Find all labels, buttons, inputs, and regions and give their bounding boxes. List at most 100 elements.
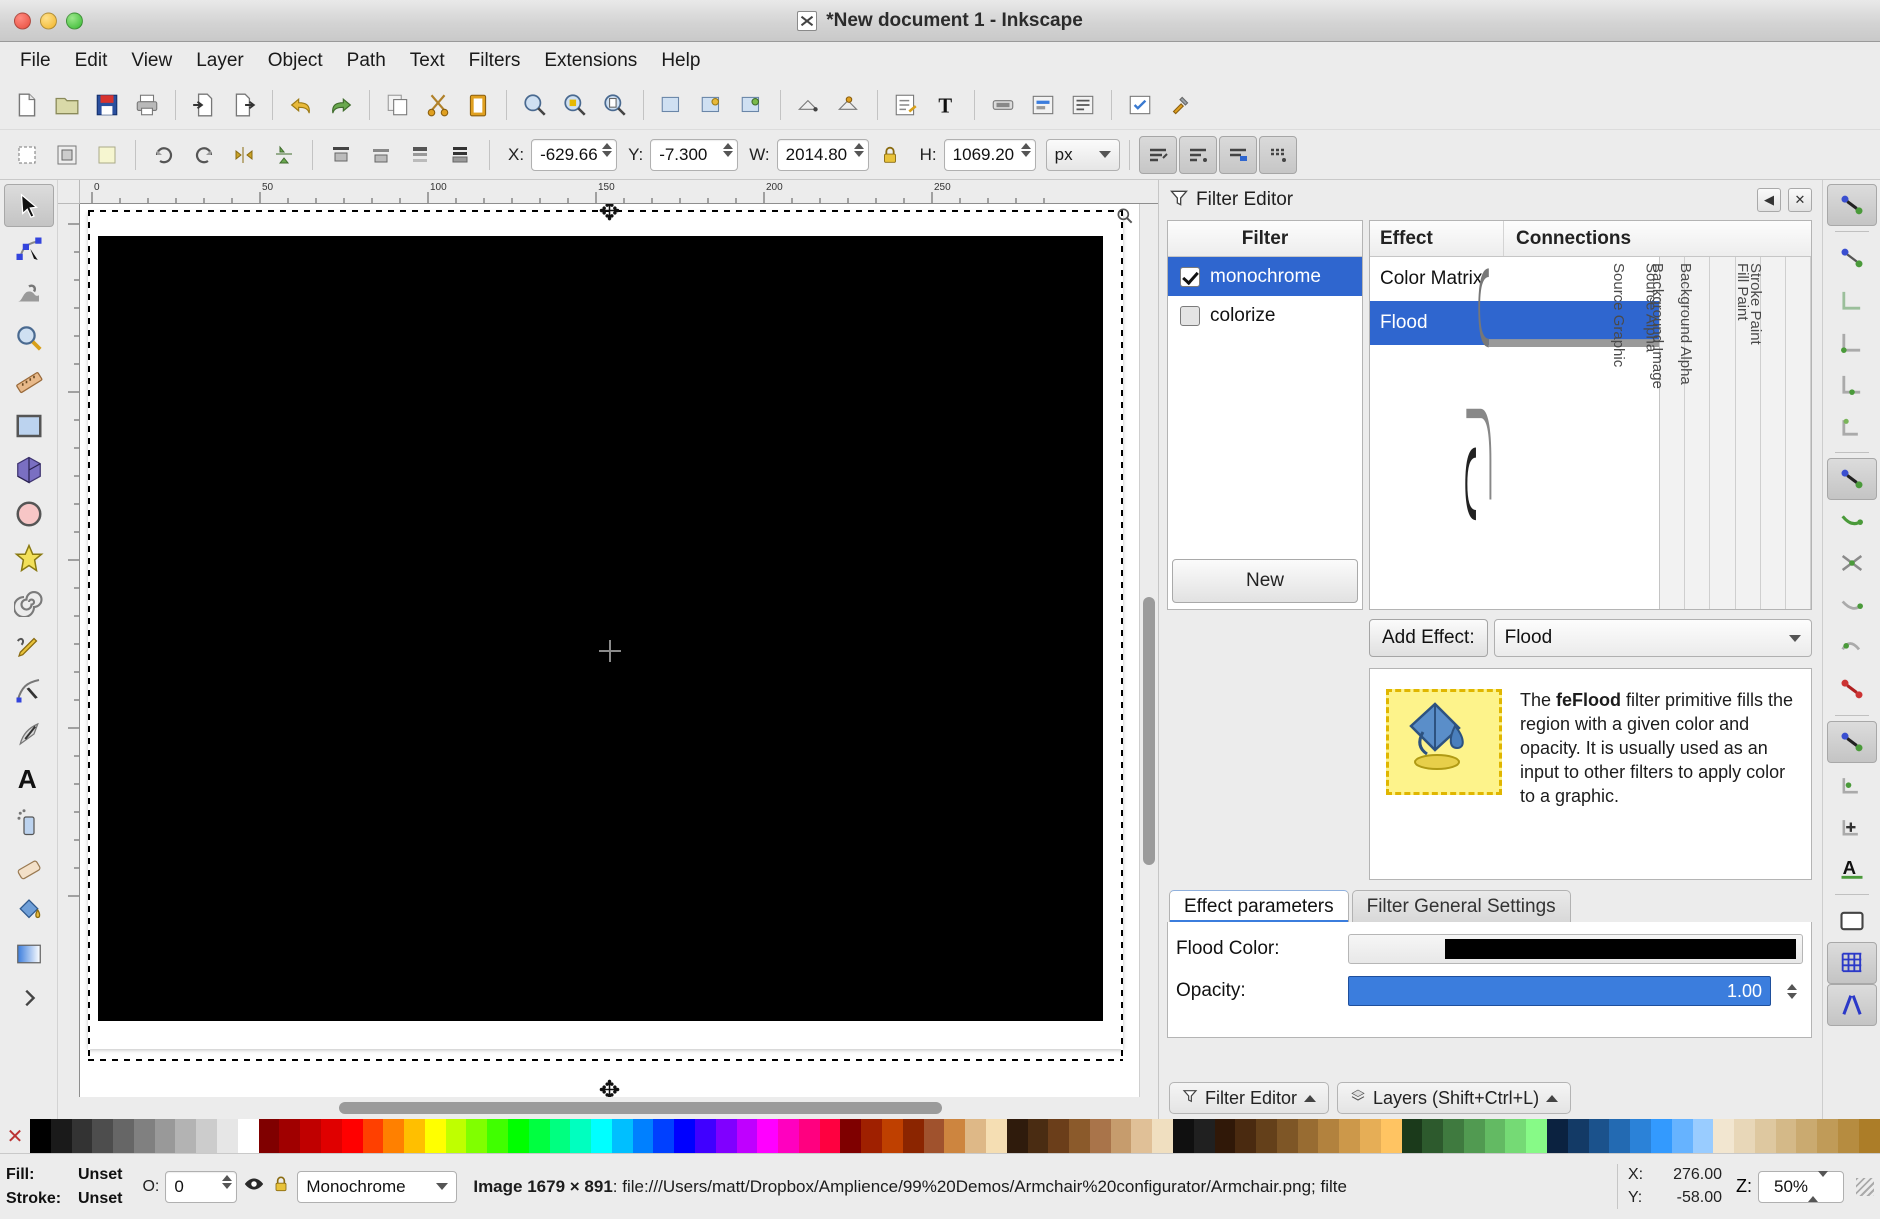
raise-to-top-icon[interactable]: [322, 136, 360, 174]
selection-handle-bottom[interactable]: ✥: [599, 1077, 621, 1097]
opacity-slider[interactable]: 1.00: [1348, 976, 1771, 1006]
palette-swatch[interactable]: [861, 1119, 883, 1153]
palette-swatch[interactable]: [1110, 1119, 1132, 1153]
palette-swatch[interactable]: [715, 1119, 737, 1153]
palette-swatch[interactable]: [300, 1119, 321, 1153]
menu-view[interactable]: View: [119, 46, 184, 76]
palette-swatch[interactable]: [695, 1119, 716, 1153]
palette-swatch[interactable]: [1692, 1119, 1714, 1153]
palette-swatch[interactable]: [549, 1119, 571, 1153]
palette-swatch[interactable]: [1089, 1119, 1111, 1153]
zoom-selection-icon[interactable]: [516, 86, 554, 124]
clone-icon[interactable]: [693, 86, 731, 124]
eye-icon[interactable]: [243, 1173, 265, 1200]
palette-swatch[interactable]: [445, 1119, 467, 1153]
opacity-input[interactable]: 0: [165, 1170, 238, 1203]
palette-swatch[interactable]: [965, 1119, 986, 1153]
palette-swatches[interactable]: [30, 1119, 1880, 1153]
connection-column-background-image[interactable]: Background Image: [1649, 257, 1736, 609]
calligraphy-tool[interactable]: [4, 712, 54, 755]
zoom-stepper[interactable]: [1808, 1170, 1829, 1202]
zoom-drawing-icon[interactable]: [556, 86, 594, 124]
palette-swatch[interactable]: [1858, 1119, 1880, 1153]
palette-swatch[interactable]: [1796, 1119, 1818, 1153]
snap-grid-icon[interactable]: [1826, 942, 1877, 984]
snap-others-icon[interactable]: [1826, 721, 1877, 763]
palette-swatch[interactable]: [383, 1119, 405, 1153]
palette-swatch[interactable]: [1547, 1119, 1568, 1153]
palette-swatch[interactable]: [1630, 1119, 1651, 1153]
palette-swatch[interactable]: [1339, 1119, 1360, 1153]
spray-can-icon[interactable]: [4, 800, 54, 843]
box3d-tool[interactable]: [4, 448, 54, 491]
text-tool-icon[interactable]: T: [927, 86, 965, 124]
snap-bbox-midpoint-icon[interactable]: [1827, 363, 1877, 405]
palette-swatch[interactable]: [175, 1119, 197, 1153]
preferences-icon[interactable]: [1121, 86, 1159, 124]
objects-icon[interactable]: [1064, 86, 1102, 124]
palette-swatch[interactable]: [1837, 1119, 1859, 1153]
palette-swatch[interactable]: [279, 1119, 301, 1153]
opacity-stepper[interactable]: [222, 1174, 233, 1189]
snap-bbox-icon[interactable]: [1827, 237, 1877, 279]
minimize-icon[interactable]: ◀: [1757, 188, 1781, 212]
palette-swatch[interactable]: [1775, 1119, 1797, 1153]
menu-edit[interactable]: Edit: [63, 46, 120, 76]
footer-layers-button[interactable]: Layers (Shift+Ctrl+L): [1337, 1082, 1572, 1114]
palette-swatch[interactable]: [1484, 1119, 1506, 1153]
close-window-button[interactable]: [14, 12, 31, 29]
selector-tool[interactable]: [3, 184, 54, 227]
canvas-zoom-icon[interactable]: [1115, 206, 1135, 231]
palette-swatch[interactable]: [944, 1119, 966, 1153]
connection-column-stroke-paint[interactable]: Stroke Paint: [1747, 257, 1812, 609]
palette-swatch[interactable]: [113, 1119, 134, 1153]
palette-swatch[interactable]: [30, 1119, 51, 1153]
palette-swatch[interactable]: [1131, 1119, 1153, 1153]
menu-file[interactable]: File: [8, 46, 63, 76]
palette-swatch[interactable]: [217, 1119, 238, 1153]
snap-text-baseline-icon[interactable]: A: [1827, 847, 1877, 889]
xml-editor-icon[interactable]: [887, 86, 925, 124]
vertical-scrollbar[interactable]: [1140, 204, 1158, 1097]
rectangle-tool[interactable]: [4, 404, 54, 447]
palette-swatch[interactable]: [154, 1119, 176, 1153]
measure-tool[interactable]: [4, 360, 54, 403]
palette-swatch[interactable]: [320, 1119, 342, 1153]
palette-swatch[interactable]: [1754, 1119, 1776, 1153]
lock-ratio-icon[interactable]: [871, 136, 909, 174]
palette-swatch[interactable]: [1567, 1119, 1589, 1153]
ellipse-tool[interactable]: [4, 492, 54, 535]
palette-swatch[interactable]: [819, 1119, 841, 1153]
snap-object-center-icon[interactable]: [1827, 763, 1877, 805]
palette-swatch[interactable]: [1609, 1119, 1631, 1153]
palette-swatch[interactable]: [653, 1119, 675, 1153]
rotate-ccw-icon[interactable]: [145, 136, 183, 174]
palette-swatch[interactable]: [1526, 1119, 1548, 1153]
palette-swatch[interactable]: [92, 1119, 114, 1153]
palette-swatch[interactable]: [196, 1119, 218, 1153]
palette-swatch[interactable]: [258, 1119, 280, 1153]
palette-swatch[interactable]: [341, 1119, 363, 1153]
palette-swatch[interactable]: [570, 1119, 592, 1153]
palette-swatch[interactable]: [424, 1119, 446, 1153]
palette-swatch[interactable]: [1650, 1119, 1672, 1153]
palette-swatch[interactable]: [1817, 1119, 1838, 1153]
layer-select[interactable]: Monochrome: [297, 1170, 458, 1203]
menu-filters[interactable]: Filters: [457, 46, 533, 76]
palette-swatch[interactable]: [1588, 1119, 1610, 1153]
lower-to-bottom-icon[interactable]: [442, 136, 480, 174]
palette-swatch[interactable]: [1671, 1119, 1693, 1153]
palette-swatch[interactable]: [1235, 1119, 1257, 1153]
palette-swatch[interactable]: [1297, 1119, 1319, 1153]
flip-vertical-icon[interactable]: [265, 136, 303, 174]
raise-icon[interactable]: [362, 136, 400, 174]
palette-swatch[interactable]: [1276, 1119, 1298, 1153]
vertical-ruler[interactable]: [58, 204, 80, 1097]
affect-stroke-width-icon[interactable]: [1138, 135, 1177, 174]
lower-icon[interactable]: [402, 136, 440, 174]
snap-bbox-corner-icon[interactable]: [1827, 321, 1877, 363]
close-icon[interactable]: ✕: [1788, 188, 1812, 212]
add-effect-select[interactable]: Flood: [1493, 619, 1812, 657]
palette-swatch[interactable]: [1048, 1119, 1070, 1153]
palette-swatch[interactable]: [1463, 1119, 1485, 1153]
